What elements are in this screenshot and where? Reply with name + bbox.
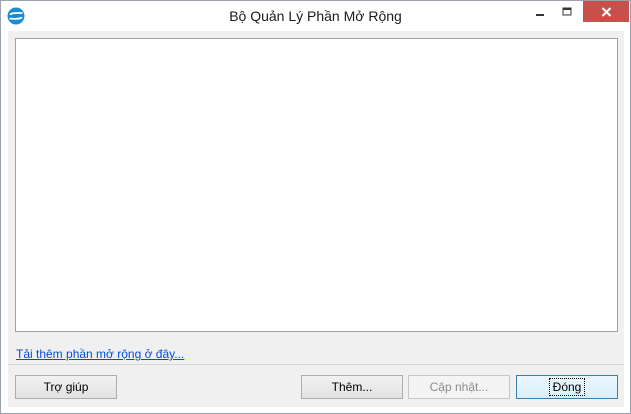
maximize-button[interactable]	[550, 1, 584, 22]
close-icon	[601, 6, 611, 17]
title-bar[interactable]: Bộ Quản Lý Phần Mở Rộng	[1, 1, 630, 31]
close-window-button[interactable]	[583, 1, 629, 22]
close-button[interactable]: Đóng	[516, 375, 618, 399]
maximize-icon	[562, 7, 572, 15]
update-button[interactable]: Cập nhật...	[408, 375, 510, 399]
separator	[8, 364, 624, 365]
help-button[interactable]: Trợ giúp	[15, 375, 117, 399]
add-button[interactable]: Thêm...	[301, 375, 403, 399]
extensions-list[interactable]	[15, 38, 618, 332]
dialog-body: Tải thêm phần mở rộng ở đây... Trợ giúp …	[8, 31, 624, 407]
close-button-label: Đóng	[548, 378, 586, 396]
minimize-icon	[536, 13, 544, 16]
extension-manager-window: Bộ Quản Lý Phần Mở Rộng Tải thêm phần mở…	[0, 0, 631, 414]
get-more-extensions-link[interactable]: Tải thêm phần mở rộng ở đây...	[16, 347, 184, 361]
